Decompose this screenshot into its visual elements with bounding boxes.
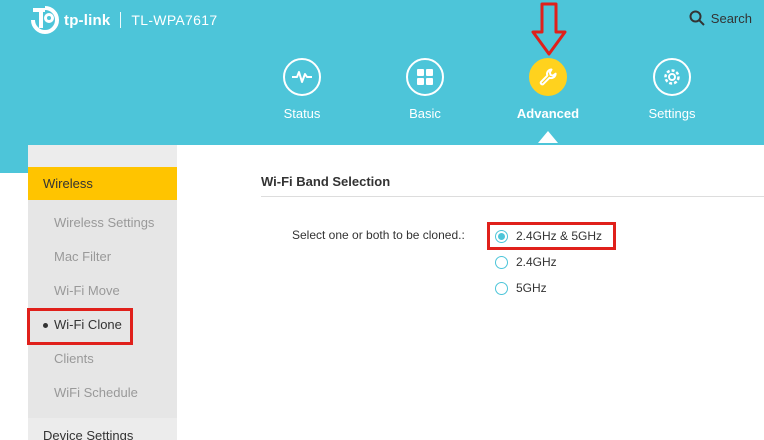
brand-divider <box>120 12 122 28</box>
search-icon <box>689 10 705 26</box>
sidebar-item-clients[interactable]: Clients <box>54 349 94 369</box>
gear-icon <box>653 58 691 96</box>
grid-icon <box>406 58 444 96</box>
annotation-highlight-both-bands <box>487 222 616 250</box>
clone-band-label: Select one or both to be cloned.: <box>292 228 465 242</box>
sidebar: Wireless Wireless Settings Mac Filter Wi… <box>28 145 177 440</box>
nav-label: Basic <box>409 106 441 121</box>
sidebar-item-wifi-move[interactable]: Wi-Fi Move <box>54 281 120 301</box>
status-pulse-icon <box>283 58 321 96</box>
nav-label: Advanced <box>516 106 580 121</box>
section-title: Wi-Fi Band Selection <box>261 174 391 189</box>
sidebar-section-device-settings[interactable]: Device Settings <box>28 419 177 440</box>
sidebar-item-mac-filter[interactable]: Mac Filter <box>54 247 111 267</box>
search-label: Search <box>710 10 752 26</box>
radio-label: 2.4GHz <box>516 255 557 269</box>
tp-link-logo-icon <box>30 5 60 35</box>
sidebar-item-wifi-schedule[interactable]: WiFi Schedule <box>54 383 138 403</box>
radio-option-2-4ghz[interactable]: 2.4GHz <box>495 255 557 269</box>
nav-label: Status <box>283 106 321 121</box>
search-button[interactable]: Search <box>689 10 752 26</box>
nav-status[interactable]: Status <box>252 58 352 121</box>
model-name: TL-WPA7617 <box>131 12 218 28</box>
radio-option-5ghz[interactable]: 5GHz <box>495 281 547 295</box>
sidebar-section-wireless[interactable]: Wireless <box>28 167 177 200</box>
sidebar-item-wireless-settings[interactable]: Wireless Settings <box>54 213 154 233</box>
main-content: Wi-Fi Band Selection Select one or both … <box>177 145 764 440</box>
radio-unchecked-icon[interactable] <box>495 281 508 295</box>
annotation-highlight-wifi-clone <box>27 308 133 345</box>
wrench-icon <box>529 58 567 96</box>
nav-advanced[interactable]: Advanced <box>498 58 598 121</box>
radio-label: 5GHz <box>516 281 547 295</box>
radio-unchecked-icon[interactable] <box>495 255 508 269</box>
active-nav-caret <box>538 131 558 143</box>
nav-basic[interactable]: Basic <box>375 58 475 121</box>
nav-settings[interactable]: Settings <box>622 58 722 121</box>
annotation-arrow-icon <box>531 2 567 56</box>
brand-name: tp-link <box>64 11 111 29</box>
section-divider <box>261 196 764 197</box>
brand: tp-link TL-WPA7617 <box>30 4 217 36</box>
nav-label: Settings <box>648 106 696 121</box>
